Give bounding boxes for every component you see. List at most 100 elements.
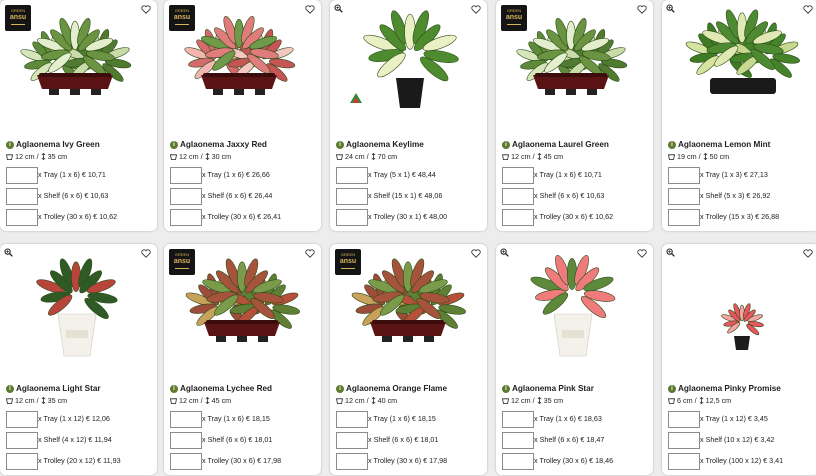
quantity-input[interactable] (502, 432, 534, 449)
info-icon[interactable]: i (336, 140, 344, 149)
heart-icon[interactable] (471, 249, 481, 261)
order-option-row: x Tray (1 x 6) € 26,66 (170, 167, 320, 184)
info-icon[interactable]: i (336, 384, 344, 393)
heart-icon[interactable] (141, 249, 151, 261)
order-option-row: x Tray (1 x 3) € 27,13 (668, 167, 816, 184)
order-option-row: x Trolley (30 x 6) € 18,46 (502, 453, 652, 470)
quantity-input[interactable] (336, 432, 368, 449)
quantity-input[interactable] (336, 453, 368, 470)
info-icon[interactable]: i (170, 384, 178, 393)
quantity-input[interactable] (668, 411, 700, 428)
zoom-icon[interactable] (666, 248, 675, 257)
quantity-input[interactable] (336, 411, 368, 428)
info-icon[interactable]: i (502, 140, 510, 149)
quantity-input[interactable] (170, 188, 202, 205)
quantity-input[interactable] (668, 432, 700, 449)
product-card[interactable]: GREEN ansu i Aglaonema Ivy Green 12 cm / … (0, 0, 157, 231)
quantity-input[interactable] (502, 411, 534, 428)
product-name[interactable]: i Aglaonema Pinky Promise (668, 384, 781, 393)
quantity-input[interactable] (170, 209, 202, 226)
quantity-input[interactable] (6, 188, 38, 205)
order-option-row: x Shelf (5 x 3) € 26,92 (668, 188, 816, 205)
quantity-input[interactable] (668, 453, 700, 470)
height-icon (41, 396, 46, 405)
quantity-input[interactable] (668, 209, 700, 226)
product-name[interactable]: i Aglaonema Ivy Green (6, 140, 100, 149)
order-option-row: x Trolley (30 x 6) € 26,41 (170, 209, 320, 226)
pot-icon (336, 398, 343, 404)
quantity-input[interactable] (336, 188, 368, 205)
quantity-input[interactable] (170, 167, 202, 184)
certification-icon (350, 93, 362, 103)
info-icon[interactable]: i (170, 140, 178, 149)
quantity-input[interactable] (336, 209, 368, 226)
quantity-input[interactable] (170, 432, 202, 449)
quantity-input[interactable] (502, 209, 534, 226)
product-dimensions: 12 cm / 35 cm (6, 152, 67, 161)
product-card[interactable]: GREEN ansu i Aglaonema Orange Flame 12 cm… (330, 244, 487, 475)
order-option-row: x Shelf (15 x 1) € 48,06 (336, 188, 486, 205)
product-image[interactable] (662, 244, 816, 374)
zoom-icon[interactable] (4, 248, 13, 257)
pot-icon (170, 154, 177, 160)
product-card[interactable]: GREEN ansu i Aglaonema Laurel Green 12 cm… (496, 0, 653, 231)
quantity-input[interactable] (668, 167, 700, 184)
quantity-input[interactable] (6, 411, 38, 428)
quantity-input[interactable] (6, 432, 38, 449)
quantity-input[interactable] (6, 209, 38, 226)
info-icon[interactable]: i (668, 384, 676, 393)
order-option-row: x Trolley (100 x 12) € 3,41 (668, 453, 816, 470)
product-card[interactable]: i Aglaonema Lemon Mint 19 cm / 50 cm x Tr… (662, 0, 816, 231)
height-icon (703, 152, 708, 161)
quantity-input[interactable] (6, 453, 38, 470)
quantity-input[interactable] (6, 167, 38, 184)
product-name[interactable]: i Aglaonema Keylime (336, 140, 424, 149)
heart-icon[interactable] (141, 5, 151, 17)
product-name[interactable]: i Aglaonema Laurel Green (502, 140, 609, 149)
pot-icon (668, 398, 675, 404)
product-name[interactable]: i Aglaonema Jaxxy Red (170, 140, 267, 149)
heart-icon[interactable] (803, 249, 813, 261)
product-image[interactable] (0, 244, 157, 374)
product-card[interactable]: i Aglaonema Keylime 24 cm / 70 cm x Tray … (330, 0, 487, 231)
product-name[interactable]: i Aglaonema Light Star (6, 384, 101, 393)
height-icon (205, 396, 210, 405)
quantity-input[interactable] (336, 167, 368, 184)
heart-icon[interactable] (305, 5, 315, 17)
product-card[interactable]: GREEN ansu i Aglaonema Lychee Red 12 cm /… (164, 244, 321, 475)
zoom-icon[interactable] (334, 4, 343, 13)
heart-icon[interactable] (637, 249, 647, 261)
heart-icon[interactable] (637, 5, 647, 17)
product-name[interactable]: i Aglaonema Orange Flame (336, 384, 447, 393)
heart-icon[interactable] (803, 5, 813, 17)
quantity-input[interactable] (170, 453, 202, 470)
product-card[interactable]: i Aglaonema Pinky Promise 6 cm / 12,5 cm … (662, 244, 816, 475)
pot-icon (6, 154, 13, 160)
product-image[interactable] (330, 0, 487, 130)
product-card[interactable]: i Aglaonema Pink Star 12 cm / 35 cm x Tra… (496, 244, 653, 475)
heart-icon[interactable] (471, 5, 481, 17)
quantity-input[interactable] (668, 188, 700, 205)
info-icon[interactable]: i (668, 140, 676, 149)
product-dimensions: 12 cm / 45 cm (502, 152, 563, 161)
product-name[interactable]: i Aglaonema Lemon Mint (668, 140, 770, 149)
info-icon[interactable]: i (6, 140, 14, 149)
product-image[interactable] (496, 244, 653, 374)
height-icon (537, 152, 542, 161)
info-icon[interactable]: i (6, 384, 14, 393)
quantity-input[interactable] (502, 188, 534, 205)
brand-logo: GREEN ansu (5, 5, 31, 31)
quantity-input[interactable] (502, 453, 534, 470)
product-card[interactable]: GREEN ansu i Aglaonema Jaxxy Red 12 cm / … (164, 0, 321, 231)
zoom-icon[interactable] (666, 4, 675, 13)
quantity-input[interactable] (502, 167, 534, 184)
quantity-input[interactable] (170, 411, 202, 428)
product-image[interactable] (662, 0, 816, 130)
heart-icon[interactable] (305, 249, 315, 261)
product-name[interactable]: i Aglaonema Lychee Red (170, 384, 272, 393)
product-name[interactable]: i Aglaonema Pink Star (502, 384, 594, 393)
info-icon[interactable]: i (502, 384, 510, 393)
zoom-icon[interactable] (500, 248, 509, 257)
product-card[interactable]: i Aglaonema Light Star 12 cm / 35 cm x Tr… (0, 244, 157, 475)
order-option-row: x Shelf (6 x 6) € 26,44 (170, 188, 320, 205)
